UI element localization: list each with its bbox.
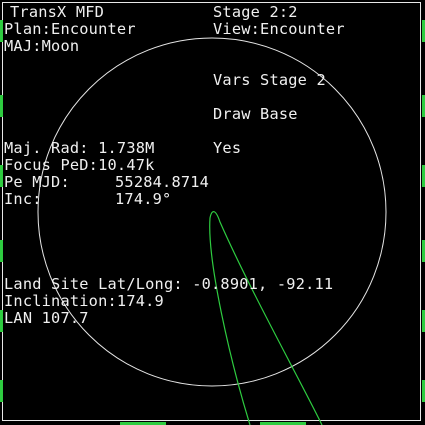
landing-inclination: Inclination:174.9 xyxy=(4,292,164,310)
plan-mode: Plan:Encounter xyxy=(4,20,136,38)
left-softkey-5[interactable] xyxy=(0,310,3,332)
transx-mfd-display: TransX MFD Stage 2:2 Plan:Encounter View… xyxy=(0,0,425,425)
landing-lan: LAN 107.7 xyxy=(4,309,89,327)
pe-mjd-label: Pe MJD: xyxy=(4,173,70,191)
mfd-title: TransX MFD xyxy=(10,3,105,21)
major-radius: Maj. Rad: 1.738M xyxy=(4,139,155,157)
left-softkey-6[interactable] xyxy=(0,380,3,402)
stage-indicator: Stage 2:2 xyxy=(213,3,298,21)
pe-mjd-value: 55284.8714 xyxy=(115,173,210,191)
view-mode: View:Encounter xyxy=(213,20,345,38)
left-softkey-2[interactable] xyxy=(0,95,3,117)
encounter-plot xyxy=(37,37,387,425)
left-softkey-3[interactable] xyxy=(0,165,3,187)
hyperbolic-trajectory xyxy=(209,211,323,425)
selected-variable-label: Draw Base xyxy=(213,105,298,123)
major-body: MAJ:Moon xyxy=(4,37,80,55)
inc-label: Inc: xyxy=(4,190,42,208)
land-site-lat-long: Land Site Lat/Long: -0.8901, -92.11 xyxy=(4,275,334,293)
focus-periapsis-distance: Focus PeD:10.47k xyxy=(4,156,155,174)
selected-variable-value: Yes xyxy=(213,139,242,157)
left-softkey-4[interactable] xyxy=(0,240,3,262)
left-softkey-1[interactable] xyxy=(0,20,3,42)
vars-heading: Vars Stage 2 xyxy=(213,71,326,89)
inc-value: 174.9° xyxy=(115,190,172,208)
